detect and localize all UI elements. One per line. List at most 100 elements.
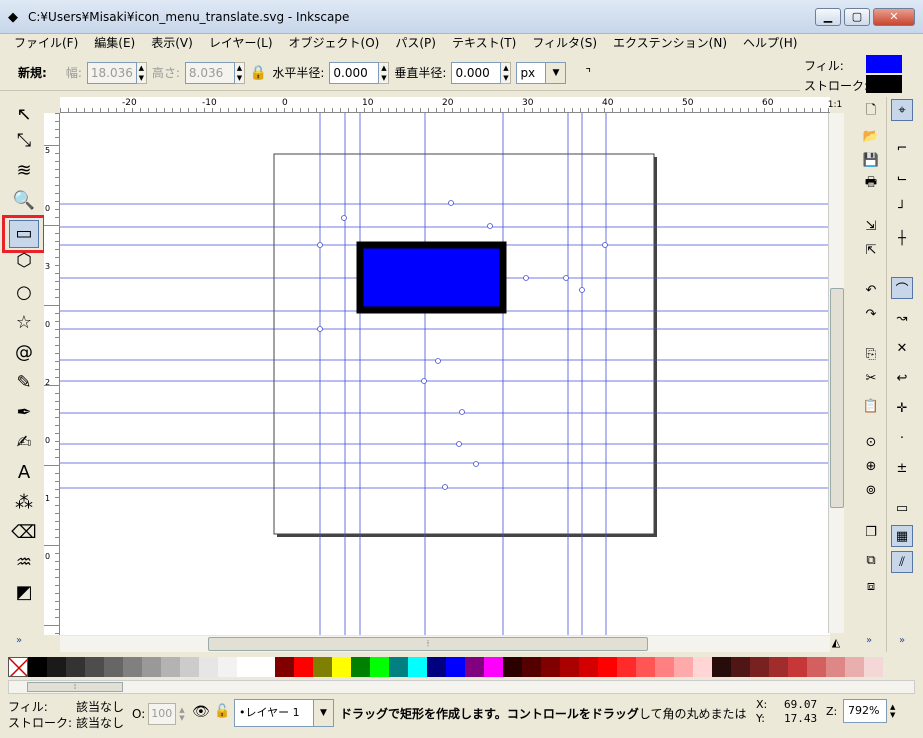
snap-page-icon[interactable]: ▭ [891,497,913,519]
eraser-tool-icon[interactable]: ⌫ [10,519,38,546]
import-icon[interactable]: ⇲ [860,215,882,237]
snap-toggle-icon[interactable]: ⌖ [891,99,913,121]
export-icon[interactable]: ⇱ [860,239,882,261]
palette-swatch[interactable] [161,657,180,677]
menu-extensions[interactable]: エクステンション(N) [607,34,733,54]
palette-swatch[interactable] [370,657,389,677]
palette-swatch[interactable] [465,657,484,677]
zoom-page-icon[interactable]: ⊚ [860,479,882,501]
more-tools-icon[interactable]: » [16,635,22,646]
palette-swatch[interactable] [484,657,503,677]
menu-edit[interactable]: 編集(E) [88,34,141,54]
undo-icon[interactable]: ↶ [860,279,882,301]
node-tool-icon[interactable]: ⤡ [10,127,38,154]
text-tool-icon[interactable]: A [10,459,38,486]
palette-swatch[interactable] [598,657,617,677]
snap-path-icon[interactable]: ↝ [891,307,913,329]
palette-swatch[interactable] [788,657,807,677]
stroke-swatch[interactable] [866,75,902,93]
zoom-correction-icon[interactable]: 1:1 [826,97,844,113]
menu-view[interactable]: 表示(V) [145,34,199,54]
blue-rectangle[interactable] [356,241,507,314]
paint-bucket-tool-icon[interactable]: ♒ [10,549,38,576]
palette-swatch[interactable] [541,657,560,677]
ellipse-tool-icon[interactable]: ○ [10,279,38,306]
palette-swatch[interactable] [408,657,427,677]
palette-swatch[interactable] [389,657,408,677]
layer-value[interactable]: •レイヤー 1 [234,699,314,727]
zoom-selection-icon[interactable]: ⊙ [860,431,882,453]
zoom-drawing-icon[interactable]: ⊕ [860,455,882,477]
selector-tool-icon[interactable]: ↖ [10,101,38,128]
more-commands-icon[interactable]: » [866,635,872,646]
horizontal-ruler[interactable]: -20 -10 0 10 20 30 40 50 60 [60,97,830,113]
opacity-input[interactable]: 100 [148,703,177,725]
snap-center-icon[interactable]: · [891,427,913,449]
width-spinner[interactable]: ▲▼ [86,61,147,84]
pen-tool-icon[interactable]: ✒ [10,399,38,426]
palette-swatch[interactable] [522,657,541,677]
ungroup-icon[interactable]: ⧈ [860,575,882,597]
snap-smooth-icon[interactable]: ↩ [891,367,913,389]
palette-swatch[interactable] [237,657,256,677]
palette-swatch[interactable] [826,657,845,677]
palette-scrollbar[interactable]: ⦙ [8,680,915,694]
vertical-ruler[interactable]: 5 0 3 0 2 0 1 0 [44,113,60,635]
palette-swatch[interactable] [674,657,693,677]
menu-path[interactable]: パス(P) [389,34,442,54]
zoom-input[interactable]: 792% [843,699,887,723]
palette-swatch[interactable] [313,657,332,677]
palette-swatch[interactable] [712,657,731,677]
current-layer-select[interactable]: •レイヤー 1 ▼ [234,699,334,727]
unit-select[interactable]: px ▼ [516,61,567,84]
palette-swatch[interactable] [199,657,218,677]
duplicate-icon[interactable]: ❐ [860,521,882,543]
menu-filters[interactable]: フィルタ(S) [526,34,603,54]
palette-swatch[interactable] [427,657,446,677]
make-corners-sharp-icon[interactable]: ⌝ [585,66,591,80]
menu-file[interactable]: ファイル(F) [8,34,84,54]
snap-bbox-midpoint-icon[interactable]: ┼ [891,227,913,249]
palette-scroll-thumb[interactable]: ⦙ [27,682,123,692]
save-icon[interactable]: 💾 [860,149,882,171]
spin-arrows-icon[interactable]: ▲ ▼ [379,61,390,84]
close-button[interactable]: ✕ [873,8,915,26]
no-paint-swatch[interactable] [8,657,28,677]
palette-swatch[interactable] [655,657,674,677]
snap-grid-icon[interactable]: ▦ [891,525,913,547]
spin-arrows-icon[interactable]: ▲ ▼ [501,61,512,84]
spin-arrows-icon[interactable]: ▲ ▼ [890,703,895,719]
height-spinner[interactable]: ▲▼ [184,61,245,84]
palette-swatch[interactable] [446,657,465,677]
menu-layer[interactable]: レイヤー(L) [203,34,279,54]
palette-swatch[interactable] [275,657,294,677]
palette-swatch[interactable] [180,657,199,677]
open-icon[interactable]: 📂 [860,125,882,147]
snap-guide-icon[interactable]: ⫽ [891,551,913,573]
palette-swatch[interactable] [28,657,47,677]
redo-icon[interactable]: ↷ [860,303,882,325]
copy-icon[interactable]: ⎘ [860,343,882,365]
palette-swatch[interactable] [332,657,351,677]
unit-value[interactable]: px [516,61,547,84]
snap-bbox-edge-icon[interactable]: ⌙ [891,167,913,189]
chevron-down-icon[interactable]: ▼ [546,61,567,84]
spin-arrows-icon[interactable]: ▲ ▼ [136,61,147,84]
rx-spinner[interactable]: ▲▼ [329,61,390,84]
palette-swatch[interactable] [807,657,826,677]
pencil-tool-icon[interactable]: ✎ [10,369,38,396]
fill-swatch[interactable] [866,55,902,73]
print-icon[interactable]: 🖶 [860,173,882,195]
horizontal-scroll-thumb[interactable]: ⦙ [208,637,648,651]
minimize-button[interactable]: ▁ [815,8,841,26]
spray-tool-icon[interactable]: ⁂ [10,489,38,516]
gradient-tool-icon[interactable]: ◩ [10,579,38,606]
snap-intersection-icon[interactable]: ✕ [891,337,913,359]
palette-swatch[interactable] [123,657,142,677]
menu-help[interactable]: ヘルプ(H) [737,34,803,54]
palette-swatch[interactable] [617,657,636,677]
width-input[interactable] [86,61,137,84]
palette-swatch[interactable] [731,657,750,677]
rx-input[interactable] [329,61,380,84]
ry-input[interactable] [451,61,502,84]
